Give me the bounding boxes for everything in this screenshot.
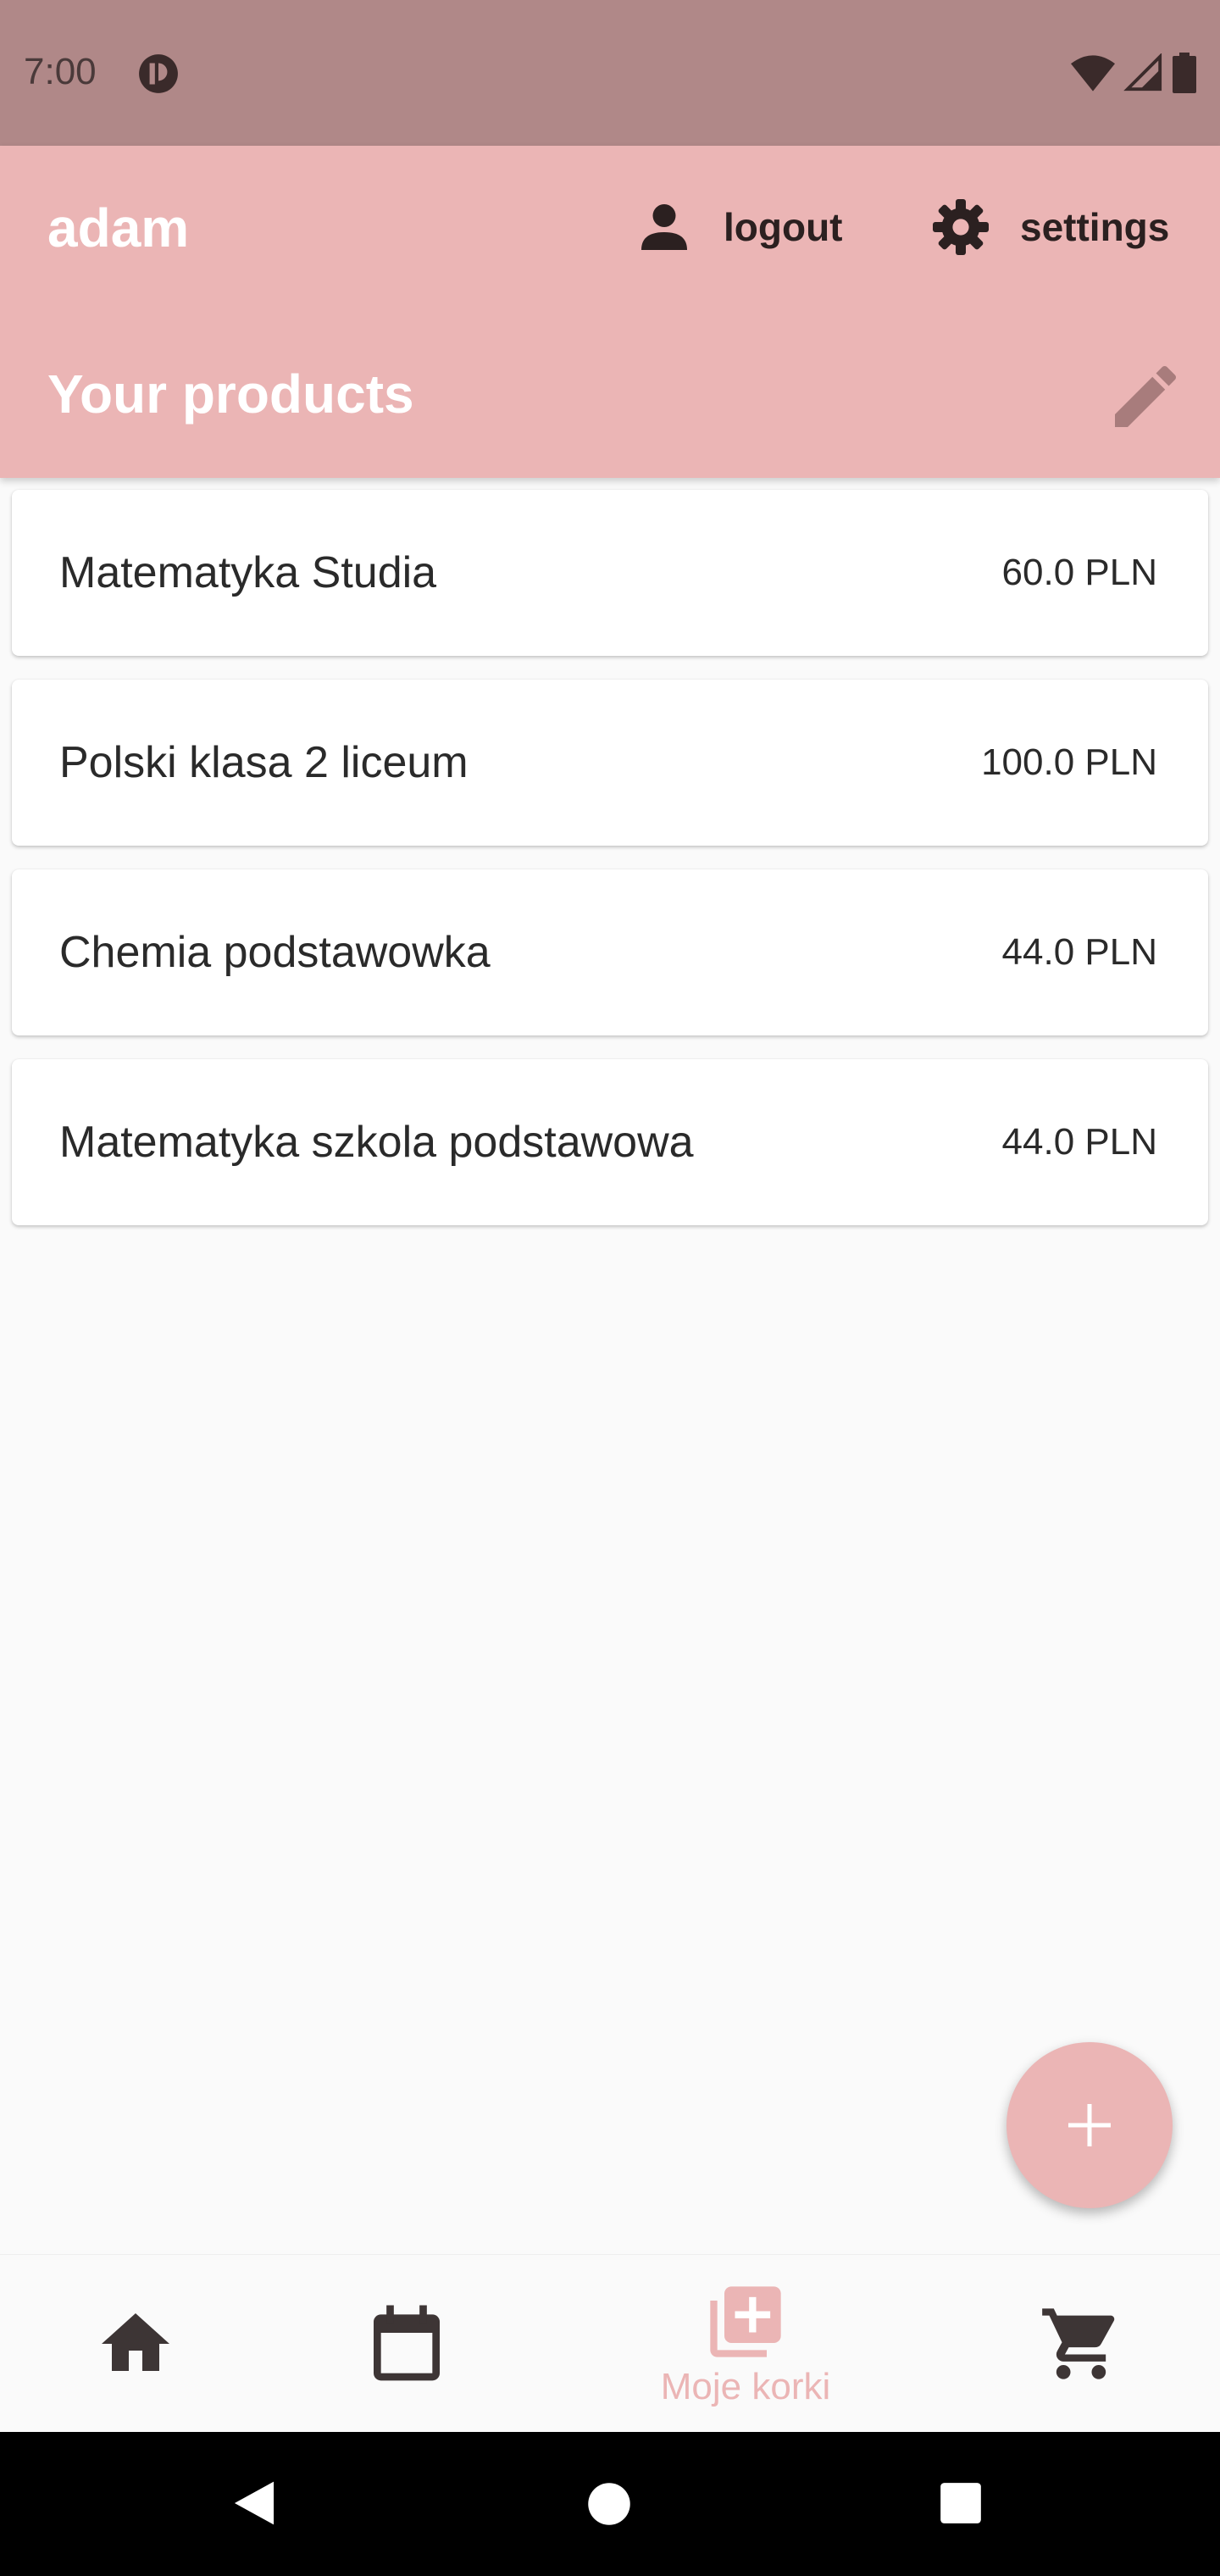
wifi-icon [1071, 55, 1115, 92]
product-price: 60.0 PLN [1001, 552, 1157, 593]
page-title: Your products [47, 364, 414, 425]
add-library-icon [710, 2286, 781, 2357]
add-product-button[interactable] [1006, 2042, 1173, 2208]
status-time: 7:00 [24, 51, 97, 92]
nav-moje-korki-label: Moje korki [660, 2366, 831, 2407]
status-bar: 7:00 [0, 0, 1220, 146]
app-header: adam logout settings Your products [0, 146, 1220, 478]
nav-moje-korki[interactable]: Moje korki [610, 2255, 881, 2433]
product-card[interactable]: Chemia podstawowka 44.0 PLN [12, 869, 1208, 1035]
product-card[interactable]: Matematyka szkola podstawowa 44.0 PLN [12, 1059, 1208, 1225]
bottom-navigation: Moje korki [0, 2254, 1220, 2432]
back-icon[interactable] [230, 2478, 278, 2529]
settings-label: settings [1020, 205, 1170, 249]
product-price: 44.0 PLN [1001, 931, 1157, 973]
product-list: Matematyka Studia 60.0 PLN Polski klasa … [12, 490, 1208, 1249]
product-name: Matematyka Studia [59, 548, 437, 597]
shopping-cart-icon [1042, 2308, 1115, 2379]
gear-icon [933, 199, 989, 255]
system-navigation-bar [0, 2432, 1220, 2576]
edit-pencil-icon[interactable] [1105, 356, 1186, 437]
product-price: 44.0 PLN [1001, 1121, 1157, 1163]
app-notification-icon [139, 54, 178, 93]
product-price: 100.0 PLN [981, 741, 1157, 783]
username: adam [47, 197, 190, 258]
product-name: Matematyka szkola podstawowa [59, 1118, 694, 1167]
home-icon [102, 2313, 169, 2371]
person-icon [641, 204, 687, 250]
signal-icon [1123, 53, 1162, 92]
nav-home[interactable] [51, 2255, 220, 2433]
calendar-icon [374, 2305, 440, 2381]
product-card[interactable]: Matematyka Studia 60.0 PLN [12, 490, 1208, 656]
nav-calendar[interactable] [322, 2255, 491, 2433]
home-circle-icon[interactable] [586, 2481, 632, 2527]
recents-icon[interactable] [939, 2481, 983, 2525]
logout-button[interactable]: logout [634, 197, 843, 258]
settings-button[interactable]: settings [930, 197, 1169, 258]
nav-cart[interactable] [996, 2255, 1166, 2433]
logout-label: logout [724, 205, 843, 249]
plus-icon [1068, 2104, 1111, 2146]
product-name: Polski klasa 2 liceum [59, 738, 469, 787]
battery-icon [1173, 53, 1196, 93]
product-card[interactable]: Polski klasa 2 liceum 100.0 PLN [12, 680, 1208, 846]
product-name: Chemia podstawowka [59, 928, 491, 977]
status-icons [1071, 51, 1196, 95]
